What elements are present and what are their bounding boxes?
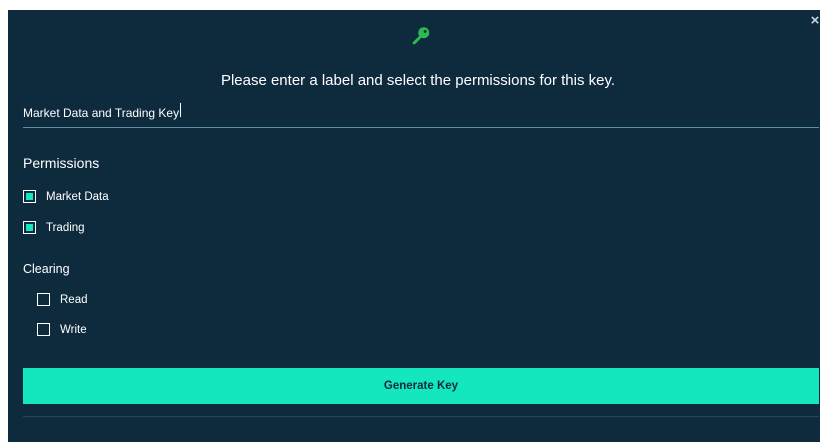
checkbox-market-data[interactable]: Market Data [23,190,109,203]
checkbox-unchecked-icon[interactable] [37,323,50,336]
checkbox-label: Write [60,323,87,336]
checkbox-unchecked-icon[interactable] [37,293,50,306]
checkbox-checked-icon[interactable] [23,221,36,234]
key-icon [412,27,430,45]
api-key-dialog: × Please enter a label and select the pe… [8,10,820,442]
checkbox-checked-icon[interactable] [23,190,36,203]
checkbox-label: Read [60,293,88,306]
generate-key-button[interactable]: Generate Key [23,368,819,404]
checkbox-trading[interactable]: Trading [23,221,85,234]
checkbox-write[interactable]: Write [37,323,87,336]
footer-divider [23,416,819,417]
close-icon[interactable]: × [808,13,820,28]
text-caret [180,103,181,117]
checkbox-read[interactable]: Read [37,293,88,306]
key-label-input[interactable] [23,98,819,128]
permissions-heading: Permissions [23,155,100,171]
checkbox-label: Market Data [46,190,109,203]
clearing-heading: Clearing [23,262,70,276]
checkbox-label: Trading [46,221,85,234]
dialog-prompt: Please enter a label and select the perm… [220,72,616,89]
